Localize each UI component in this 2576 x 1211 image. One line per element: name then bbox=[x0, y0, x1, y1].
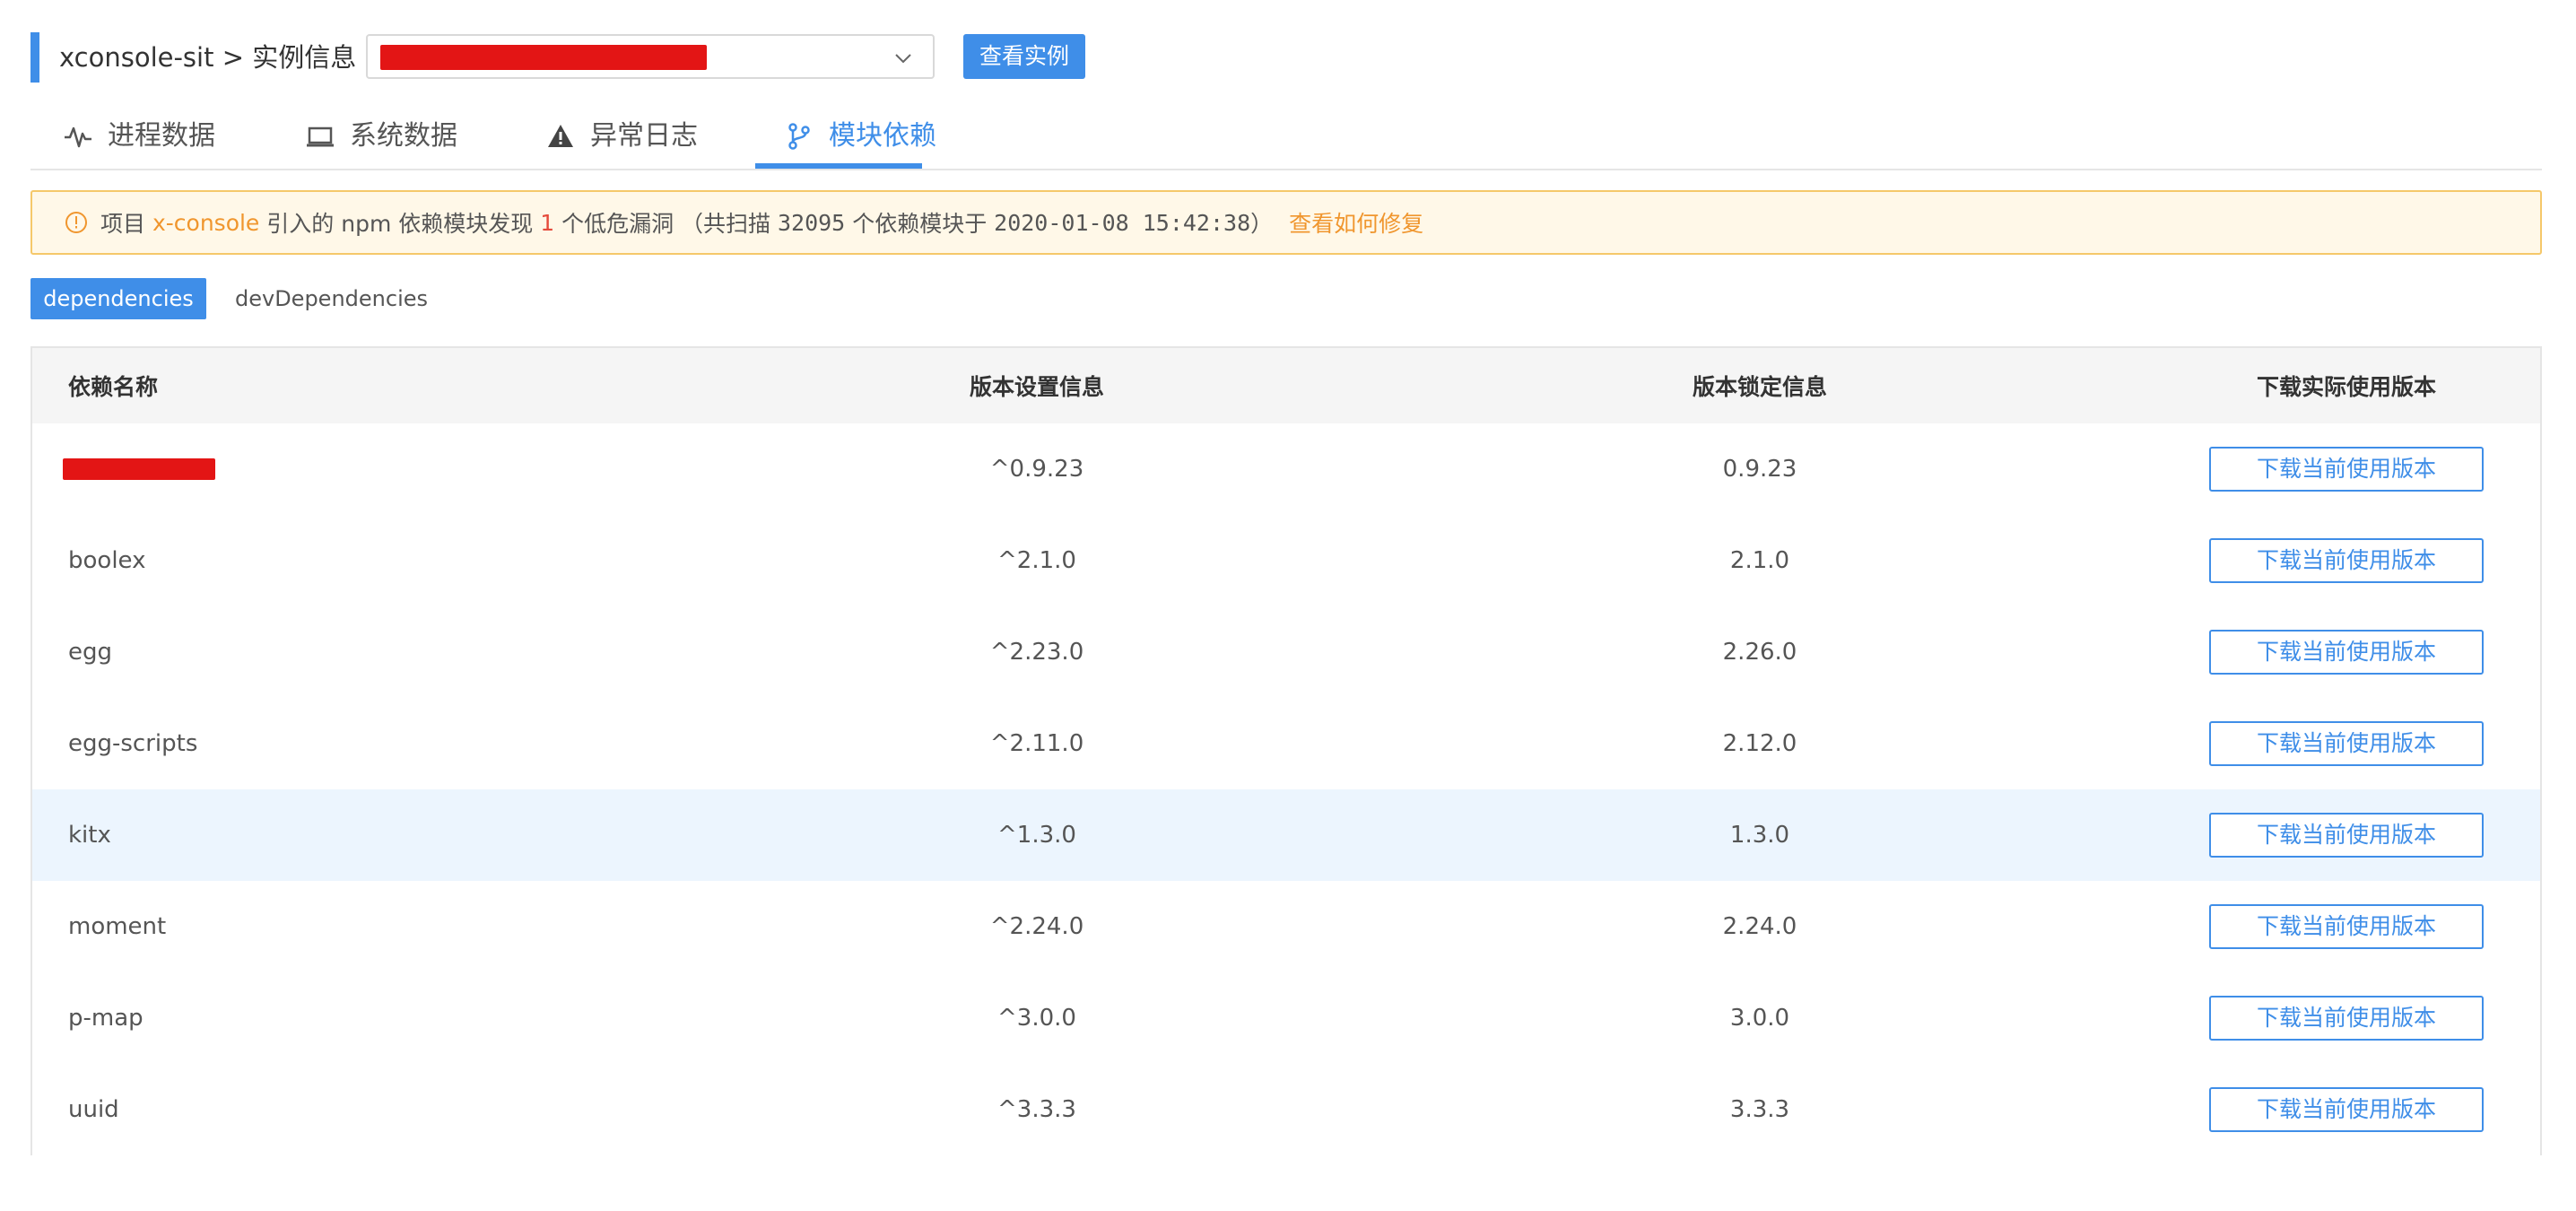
active-tab-indicator bbox=[755, 163, 922, 169]
alert-project-name: x-console bbox=[152, 209, 260, 236]
version-locked: 2.12.0 bbox=[1722, 730, 1797, 757]
download-version-button[interactable]: 下载当前使用版本 bbox=[2209, 1087, 2484, 1132]
alert-prefix: 项目 bbox=[100, 211, 146, 237]
version-range: ^3.3.3 bbox=[997, 1096, 1076, 1123]
header-version-range: 版本设置信息 bbox=[969, 374, 1104, 400]
table-row: ^0.9.23 0.9.23 下载当前使用版本 bbox=[32, 423, 2540, 517]
version-locked: 1.3.0 bbox=[1729, 822, 1790, 849]
redacted-dependency-name bbox=[63, 458, 215, 480]
dependency-name: egg-scripts bbox=[68, 730, 198, 757]
version-range: ^0.9.23 bbox=[989, 456, 1084, 483]
table-row: boolex ^2.1.0 2.1.0 下载当前使用版本 bbox=[32, 515, 2540, 608]
tab-label: 模块依赖 bbox=[829, 120, 936, 152]
table-header: 依赖名称 版本设置信息 版本锁定信息 下载实际使用版本 bbox=[32, 348, 2540, 425]
tab-bar: 进程数据 系统数据 异常日志 模块依赖 bbox=[30, 106, 2542, 170]
version-locked: 3.0.0 bbox=[1729, 1005, 1790, 1032]
table-row: uuid ^3.3.3 3.3.3 下载当前使用版本 bbox=[32, 1064, 2540, 1155]
download-version-button[interactable]: 下载当前使用版本 bbox=[2209, 996, 2484, 1041]
dependency-name bbox=[63, 423, 215, 515]
version-range: ^2.23.0 bbox=[989, 639, 1084, 666]
chevron-down-icon bbox=[895, 54, 911, 64]
dependency-name: kitx bbox=[68, 822, 111, 849]
alert-text-3: 个依赖模块于 bbox=[852, 211, 988, 237]
dependency-name: egg bbox=[68, 639, 113, 666]
version-locked: 2.26.0 bbox=[1722, 639, 1797, 666]
download-version-button[interactable]: 下载当前使用版本 bbox=[2209, 721, 2484, 766]
dependency-name: boolex bbox=[68, 547, 146, 574]
dependency-name: p-map bbox=[68, 1005, 144, 1032]
alert-vuln-count: 1 bbox=[540, 209, 555, 236]
tab-label: 异常日志 bbox=[590, 120, 698, 152]
dependencies-table: 依赖名称 版本设置信息 版本锁定信息 下载实际使用版本 ^0.9.23 0.9.… bbox=[30, 346, 2542, 1155]
view-instance-button[interactable]: 查看实例 bbox=[963, 34, 1085, 79]
version-locked: 0.9.23 bbox=[1722, 456, 1797, 483]
table-row: egg ^2.23.0 2.26.0 下载当前使用版本 bbox=[32, 606, 2540, 700]
table-row: kitx ^1.3.0 1.3.0 下载当前使用版本 bbox=[32, 789, 2540, 883]
dependency-name: uuid bbox=[68, 1096, 119, 1123]
download-version-button[interactable]: 下载当前使用版本 bbox=[2209, 813, 2484, 858]
version-locked: 2.1.0 bbox=[1729, 547, 1790, 574]
tab-process-data[interactable]: 进程数据 bbox=[63, 106, 215, 167]
header-accent-bar bbox=[30, 32, 39, 83]
laptop-icon bbox=[305, 121, 335, 152]
warning-icon bbox=[545, 121, 576, 152]
version-range: ^3.0.0 bbox=[997, 1005, 1076, 1032]
version-locked: 2.24.0 bbox=[1722, 913, 1797, 940]
alert-scan-datetime: 2020-01-08 15:42:38 bbox=[994, 209, 1251, 236]
tab-error-log[interactable]: 异常日志 bbox=[545, 106, 698, 167]
header-version-locked: 版本锁定信息 bbox=[1692, 374, 1827, 400]
tab-label: 系统数据 bbox=[350, 120, 457, 152]
dependency-name: moment bbox=[68, 913, 167, 940]
download-version-button[interactable]: 下载当前使用版本 bbox=[2209, 630, 2484, 675]
tab-system-data[interactable]: 系统数据 bbox=[305, 106, 457, 167]
subtab-dev-dependencies[interactable]: devDependencies bbox=[235, 278, 428, 319]
version-range: ^2.24.0 bbox=[989, 913, 1084, 940]
version-range: ^2.1.0 bbox=[997, 547, 1076, 574]
version-locked: 3.3.3 bbox=[1729, 1096, 1790, 1123]
subtab-dependencies[interactable]: dependencies bbox=[30, 278, 206, 319]
branch-icon bbox=[784, 121, 814, 152]
header-download: 下载实际使用版本 bbox=[2256, 374, 2436, 400]
instance-select[interactable] bbox=[366, 34, 935, 79]
alert-text-1: 引入的 npm 依赖模块发现 bbox=[266, 211, 534, 237]
table-row: egg-scripts ^2.11.0 2.12.0 下载当前使用版本 bbox=[32, 698, 2540, 791]
header-dependency-name: 依赖名称 bbox=[68, 374, 159, 400]
tab-module-deps[interactable]: 模块依赖 bbox=[784, 106, 936, 167]
tab-label: 进程数据 bbox=[108, 120, 215, 152]
version-range: ^2.11.0 bbox=[989, 730, 1084, 757]
table-row: p-map ^3.0.0 3.0.0 下载当前使用版本 bbox=[32, 972, 2540, 1066]
alert-text-4: ） bbox=[1250, 211, 1274, 237]
pulse-icon bbox=[63, 121, 93, 152]
alert-scanned-count: 32095 bbox=[777, 209, 846, 236]
download-version-button[interactable]: 下载当前使用版本 bbox=[2209, 904, 2484, 949]
redacted-instance-value bbox=[380, 45, 707, 70]
download-version-button[interactable]: 下载当前使用版本 bbox=[2209, 538, 2484, 583]
info-circle-icon bbox=[65, 212, 87, 233]
breadcrumb: xconsole-sit > 实例信息 bbox=[59, 42, 357, 73]
alert-text-2: 个低危漏洞 （共扫描 bbox=[561, 211, 771, 237]
download-version-button[interactable]: 下载当前使用版本 bbox=[2209, 447, 2484, 492]
vulnerability-alert: 项目 x-console 引入的 npm 依赖模块发现 1 个低危漏洞 （共扫描… bbox=[30, 190, 2542, 255]
table-row: moment ^2.24.0 2.24.0 下载当前使用版本 bbox=[32, 881, 2540, 974]
version-range: ^1.3.0 bbox=[997, 822, 1076, 849]
how-to-fix-link[interactable]: 查看如何修复 bbox=[1289, 206, 1423, 239]
